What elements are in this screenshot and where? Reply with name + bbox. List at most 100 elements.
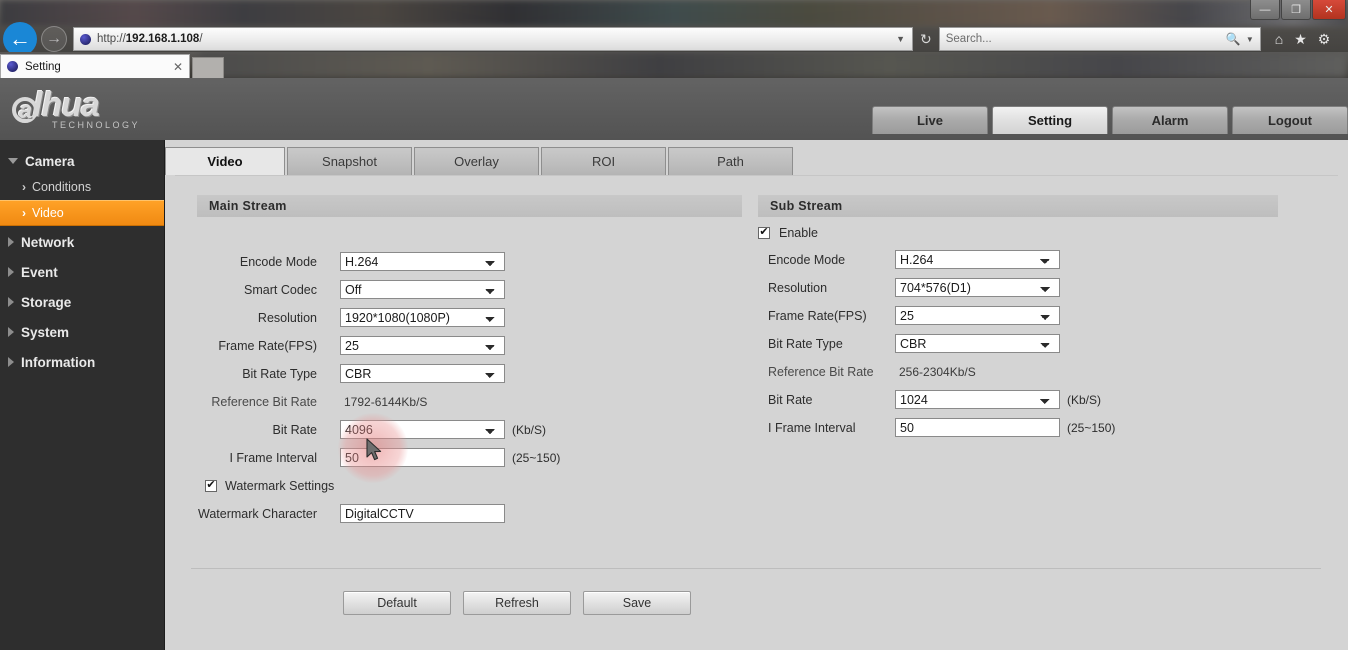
check-icon: ✔ [759, 226, 769, 238]
tab-roi[interactable]: ROI [541, 147, 666, 175]
sidebar-item-information[interactable]: Information [0, 349, 164, 375]
sub-i-frame-interval-input[interactable] [895, 418, 1060, 437]
sidebar-item-system[interactable]: System [0, 319, 164, 345]
tab-video[interactable]: Video [165, 147, 285, 175]
brand-letter-a: a [12, 97, 38, 123]
url-path: / [199, 33, 203, 45]
reload-icon[interactable]: ↻ [920, 31, 932, 48]
main-resolution-select[interactable]: 1920*1080(1080P) [340, 308, 505, 327]
sub-stream-enable-checkbox[interactable]: ✔ [758, 226, 770, 239]
sub-frame-rate-select[interactable]: 25 [895, 306, 1060, 325]
star-icon[interactable]: ★ [1294, 31, 1307, 48]
sidebar-item-storage[interactable]: Storage [0, 289, 164, 315]
default-button[interactable]: Default [343, 591, 451, 615]
main-stream-header: Main Stream [197, 195, 742, 217]
search-icon[interactable]: 🔍 [1226, 32, 1241, 46]
save-button[interactable]: Save [583, 591, 691, 615]
url-text: http://192.168.1.108/ [97, 33, 203, 45]
sub-resolution-label: Resolution [768, 280, 828, 295]
nav-logout[interactable]: Logout [1232, 106, 1348, 134]
row-sub-resolution: Resolution 704*576(D1) [758, 277, 1060, 298]
row-main-i-frame-interval: I Frame Interval (25~150) [197, 447, 742, 468]
search-placeholder: Search... [945, 33, 992, 45]
row-sub-reference-bit-rate: Reference Bit Rate 256-2304Kb/S [758, 361, 976, 382]
tab-strip-blur [200, 52, 1348, 78]
sub-bit-rate-type-select[interactable]: CBR [895, 334, 1060, 353]
main-smart-codec-label: Smart Codec [244, 282, 317, 297]
sub-reference-bit-rate-label: Reference Bit Rate [768, 364, 874, 379]
tab-close-icon[interactable]: ✕ [173, 60, 183, 74]
home-icon[interactable]: ⌂ [1275, 31, 1283, 47]
search-input[interactable]: Search... 🔍 ▼ [938, 27, 1261, 51]
tab-snapshot[interactable]: Snapshot [287, 147, 412, 175]
screen-root: — ❐ ✕ ← → http://192.168.1.108/ ▼ ↻ Sear… [0, 0, 1348, 650]
brand-wordmark: alhua [12, 88, 140, 123]
main-bit-rate-type-select[interactable]: CBR [340, 364, 505, 383]
main-bit-rate-select[interactable]: 4096 [340, 420, 505, 439]
sidebar-item-label: Information [21, 354, 96, 370]
main-i-frame-interval-range: (25~150) [512, 450, 561, 465]
row-main-watermark-settings: ✔ Watermark Settings [205, 475, 750, 496]
main-smart-codec-select[interactable]: Off [340, 280, 505, 299]
sub-resolution-select[interactable]: 704*576(D1) [895, 278, 1060, 297]
main-bit-rate-unit: (Kb/S) [512, 422, 547, 437]
watermark-character-input[interactable] [340, 504, 505, 523]
main-reference-bit-rate-value: 1792-6144Kb/S [344, 394, 428, 409]
sub-i-frame-interval-range: (25~150) [1067, 420, 1116, 435]
nav-alarm[interactable]: Alarm [1112, 106, 1228, 134]
search-chevron-down-icon[interactable]: ▼ [1246, 35, 1254, 44]
triangle-down-icon [8, 158, 18, 164]
sidebar-item-label: Camera [25, 153, 75, 169]
browser-toolbar-icons: ⌂ ★ ⚙ [1275, 31, 1331, 48]
browser-tab-title: Setting [25, 60, 61, 73]
url-scheme: http:// [97, 33, 126, 45]
watermark-settings-checkbox[interactable]: ✔ [205, 479, 217, 492]
sidebar-item-label: Network [21, 234, 75, 250]
sidebar-item-event[interactable]: Event [0, 259, 164, 285]
new-tab-button[interactable] [192, 57, 224, 78]
browser-tab-setting[interactable]: Setting ✕ [0, 54, 190, 78]
back-arrow-icon[interactable]: ← [3, 22, 37, 56]
maximize-button[interactable]: ❐ [1281, 0, 1311, 20]
sub-frame-rate-label: Frame Rate(FPS) [768, 308, 867, 323]
sub-stream-enable-label: Enable [779, 225, 818, 240]
nav-live[interactable]: Live [872, 106, 988, 134]
sub-bit-rate-type-label: Bit Rate Type [768, 336, 843, 351]
row-sub-frame-rate: Frame Rate(FPS) 25 [758, 305, 1060, 326]
dahua-logo: alhua TECHNOLOGY [12, 88, 140, 130]
row-sub-i-frame-interval: I Frame Interval (25~150) [758, 417, 1115, 438]
chevron-right-icon: › [22, 206, 26, 220]
row-main-encode-mode: Encode Mode H.264 [197, 251, 742, 272]
sub-encode-mode-select[interactable]: H.264 [895, 250, 1060, 269]
tab-overlay[interactable]: Overlay [414, 147, 539, 175]
sidebar-item-label: Video [32, 206, 64, 220]
main-encode-mode-select[interactable]: H.264 [340, 252, 505, 271]
desktop-background-strip [0, 0, 1348, 26]
nav-setting[interactable]: Setting [992, 106, 1108, 134]
sidebar-item-camera[interactable]: Camera [0, 148, 164, 174]
sub-encode-mode-label: Encode Mode [768, 252, 846, 267]
main-i-frame-interval-input[interactable] [340, 448, 505, 467]
triangle-right-icon [8, 327, 14, 337]
sub-stream-header: Sub Stream [758, 195, 1278, 217]
close-window-button[interactable]: ✕ [1312, 0, 1346, 20]
watermark-character-label: Watermark Character [197, 506, 317, 521]
refresh-button[interactable]: Refresh [463, 591, 571, 615]
sidebar-item-conditions[interactable]: › Conditions [0, 174, 164, 200]
chevron-down-icon[interactable]: ▼ [896, 34, 908, 44]
row-main-smart-codec: Smart Codec Off [197, 279, 742, 300]
main-frame-rate-select[interactable]: 25 [340, 336, 505, 355]
url-input[interactable]: http://192.168.1.108/ ▼ [73, 27, 913, 51]
brand-tagline: TECHNOLOGY [52, 120, 141, 130]
sidebar: Camera › Conditions › Video Network Even… [0, 140, 165, 650]
forward-arrow-icon[interactable]: → [41, 26, 67, 52]
sub-bit-rate-select[interactable]: 1024 [895, 390, 1060, 409]
main-bit-rate-label: Bit Rate [272, 422, 317, 437]
gear-icon[interactable]: ⚙ [1318, 31, 1331, 48]
row-sub-bit-rate-type: Bit Rate Type CBR [758, 333, 1060, 354]
sidebar-item-network[interactable]: Network [0, 229, 164, 255]
tab-path[interactable]: Path [668, 147, 793, 175]
minimize-button[interactable]: — [1250, 0, 1280, 20]
sidebar-item-video[interactable]: › Video [0, 200, 164, 226]
check-icon: ✔ [206, 479, 216, 491]
